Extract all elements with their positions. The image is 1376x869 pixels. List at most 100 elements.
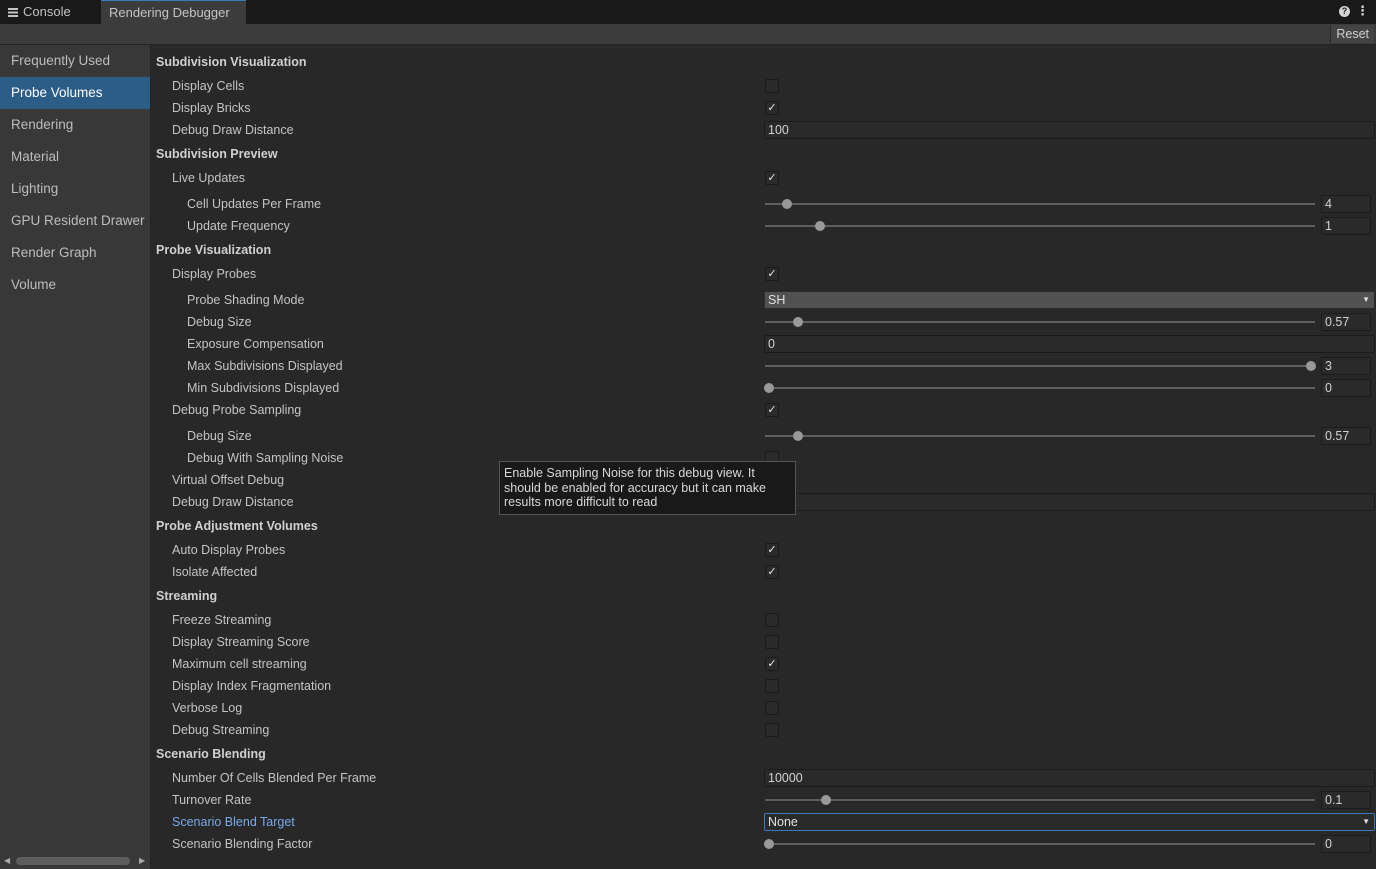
slider-knob[interactable]	[820, 795, 831, 805]
scrollbar-thumb[interactable]	[16, 857, 130, 865]
sidebar-item-volume[interactable]: Volume	[0, 269, 150, 301]
live-updates-checkbox[interactable]: ✓	[765, 171, 779, 185]
scroll-right-icon[interactable]: ▶	[139, 856, 145, 865]
section-title: Scenario Blending	[156, 747, 266, 761]
debug-size-row: Debug Size 0.57	[151, 311, 1376, 333]
sidebar-item-gpu-resident-drawer[interactable]: GPU Resident Drawer	[0, 205, 150, 237]
cell-updates-value-field[interactable]: 4	[1321, 195, 1371, 213]
update-frequency-label: Update Frequency	[187, 219, 290, 233]
console-icon	[8, 8, 18, 17]
isolate-affected-label: Isolate Affected	[172, 565, 258, 579]
display-cells-row: Display Cells	[151, 75, 1376, 97]
slider-knob[interactable]	[793, 431, 803, 441]
live-updates-row: Live Updates ✓	[151, 167, 1376, 189]
max-subdivisions-value-field[interactable]: 3	[1321, 357, 1371, 375]
maximum-cell-streaming-checkbox[interactable]: ✓	[765, 657, 779, 671]
debug-size-2-value-field[interactable]: 0.57	[1321, 427, 1371, 445]
display-probes-label: Display Probes	[172, 267, 257, 281]
checkmark-icon: ✓	[767, 172, 777, 184]
slider-knob[interactable]	[1306, 361, 1317, 371]
maximum-cell-streaming-row: Maximum cell streaming ✓	[151, 653, 1376, 675]
slider-knob[interactable]	[815, 221, 825, 231]
sidebar-horizontal-scrollbar[interactable]: ◀ ▶	[0, 855, 150, 867]
debug-size-2-slider[interactable]	[765, 431, 1315, 441]
tab-rendering-debugger-label: Rendering Debugger	[109, 5, 230, 20]
debug-size-value-field[interactable]: 0.57	[1321, 313, 1371, 331]
reset-button[interactable]: Reset	[1330, 25, 1374, 43]
slider-knob[interactable]	[764, 839, 775, 849]
debug-draw-distance-field[interactable]: 100	[764, 121, 1375, 139]
slider-knob[interactable]	[764, 383, 775, 393]
section-title: Probe Visualization	[156, 243, 272, 257]
checkmark-icon: ✓	[767, 544, 777, 556]
slider-knob[interactable]	[782, 199, 792, 209]
section-header: Probe Visualization	[151, 239, 1376, 261]
debug-streaming-checkbox[interactable]	[765, 723, 779, 737]
auto-display-probes-row: Auto Display Probes ✓	[151, 539, 1376, 561]
section-title: Subdivision Visualization	[156, 55, 307, 69]
display-streaming-score-checkbox[interactable]	[765, 635, 779, 649]
tab-console[interactable]: Console	[0, 0, 98, 24]
update-frequency-slider[interactable]	[765, 221, 1315, 231]
sidebar-item-render-graph[interactable]: Render Graph	[0, 237, 150, 269]
sidebar-item-frequently-used[interactable]: Frequently Used	[0, 45, 150, 77]
turnover-rate-slider[interactable]	[765, 795, 1315, 805]
tab-console-label: Console	[23, 4, 71, 19]
display-bricks-row: Display Bricks ✓	[151, 97, 1376, 119]
sidebar-item-lighting[interactable]: Lighting	[0, 173, 150, 205]
debug-draw-distance-label: Debug Draw Distance	[172, 495, 294, 509]
cells-blended-field[interactable]: 10000	[764, 769, 1375, 787]
cell-updates-per-frame-row: Cell Updates Per Frame 4	[151, 193, 1376, 215]
debug-probe-sampling-row: Debug Probe Sampling ✓	[151, 399, 1376, 421]
debug-size-2-row: Debug Size 0.57	[151, 425, 1376, 447]
panel-sidebar: Frequently Used Probe Volumes Rendering …	[0, 45, 151, 869]
probe-shading-mode-row: Probe Shading Mode SH ▼	[151, 289, 1376, 311]
probe-debug-draw-distance-field[interactable]	[764, 493, 1375, 511]
min-subdivisions-value-field[interactable]: 0	[1321, 379, 1371, 397]
exposure-compensation-field[interactable]: 0	[764, 335, 1375, 353]
help-icon[interactable]: ?	[1339, 6, 1350, 17]
update-frequency-value-field[interactable]: 1	[1321, 217, 1371, 235]
slider-knob[interactable]	[793, 317, 803, 327]
debugger-toolbar: Reset	[0, 24, 1376, 45]
turnover-rate-value-field[interactable]: 0.1	[1321, 791, 1371, 809]
display-bricks-checkbox[interactable]: ✓	[765, 101, 779, 115]
display-index-fragmentation-checkbox[interactable]	[765, 679, 779, 693]
probe-shading-mode-dropdown[interactable]: SH ▼	[764, 291, 1375, 309]
scenario-blending-factor-slider[interactable]	[764, 839, 1315, 849]
verbose-log-checkbox[interactable]	[765, 701, 779, 715]
probe-shading-mode-label: Probe Shading Mode	[187, 293, 305, 307]
tab-rendering-debugger[interactable]: Rendering Debugger	[101, 0, 246, 24]
chevron-down-icon: ▼	[1362, 817, 1370, 826]
scenario-blending-factor-row: Scenario Blending Factor 0	[151, 833, 1376, 855]
display-cells-checkbox[interactable]	[765, 79, 779, 93]
max-subdivisions-label: Max Subdivisions Displayed	[187, 359, 343, 373]
verbose-log-label: Verbose Log	[172, 701, 243, 715]
scenario-blend-target-dropdown[interactable]: None ▼	[764, 813, 1375, 831]
update-frequency-row: Update Frequency 1	[151, 215, 1376, 237]
isolate-affected-row: Isolate Affected ✓	[151, 561, 1376, 583]
debug-draw-distance-label: Debug Draw Distance	[172, 123, 294, 137]
scenario-blending-factor-value-field[interactable]: 0	[1321, 835, 1371, 853]
max-subdivisions-slider[interactable]	[765, 361, 1317, 371]
min-subdivisions-slider[interactable]	[764, 383, 1315, 393]
debug-size-slider[interactable]	[765, 317, 1315, 327]
turnover-rate-label: Turnover Rate	[172, 793, 252, 807]
checkmark-icon: ✓	[767, 658, 777, 670]
section-header: Probe Adjustment Volumes	[151, 515, 1376, 537]
dropdown-value: SH	[768, 293, 786, 307]
display-index-fragmentation-label: Display Index Fragmentation	[172, 679, 332, 693]
scroll-left-icon[interactable]: ◀	[4, 856, 10, 865]
more-menu-icon[interactable]: ⋮	[1356, 3, 1369, 19]
cell-updates-slider[interactable]	[765, 199, 1315, 209]
freeze-streaming-checkbox[interactable]	[765, 613, 779, 627]
debug-probe-sampling-checkbox[interactable]: ✓	[765, 403, 779, 417]
sidebar-item-rendering[interactable]: Rendering	[0, 109, 150, 141]
virtual-offset-debug-label: Virtual Offset Debug	[172, 473, 285, 487]
sidebar-item-probe-volumes[interactable]: Probe Volumes	[0, 77, 150, 109]
isolate-affected-checkbox[interactable]: ✓	[765, 565, 779, 579]
display-probes-checkbox[interactable]: ✓	[765, 267, 779, 281]
sidebar-item-material[interactable]: Material	[0, 141, 150, 173]
freeze-streaming-label: Freeze Streaming	[172, 613, 272, 627]
auto-display-probes-checkbox[interactable]: ✓	[765, 543, 779, 557]
